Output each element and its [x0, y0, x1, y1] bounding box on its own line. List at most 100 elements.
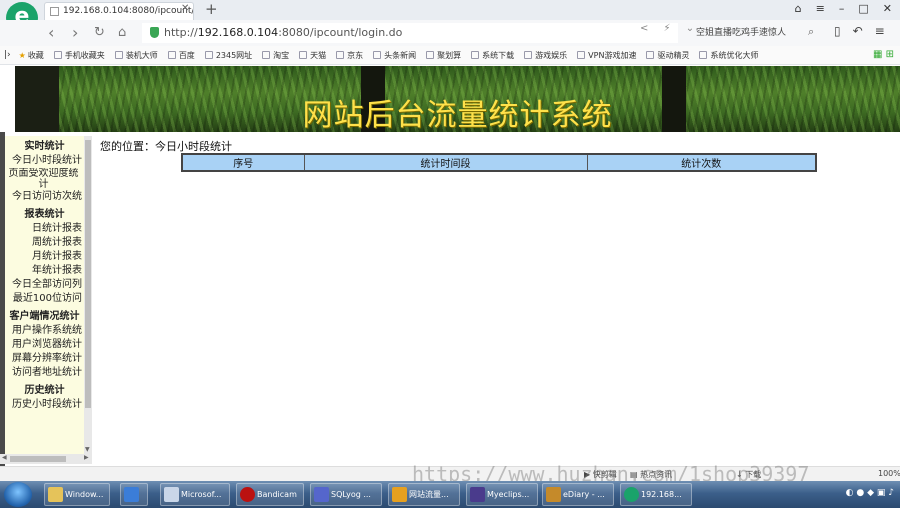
- hamburger-menu-icon[interactable]: ≡: [875, 24, 885, 38]
- sidebar-item-today-visits[interactable]: 今日访问访次统: [5, 190, 84, 204]
- stats-table: 序号 统计时间段 统计次数: [181, 153, 817, 172]
- column-header-time-range: 统计时间段: [303, 153, 588, 172]
- taskbar-item[interactable]: Window...: [44, 483, 110, 506]
- sidebar-vertical-scrollbar[interactable]: ▼: [84, 136, 92, 454]
- shirt-skin-icon[interactable]: ⌂: [795, 2, 802, 15]
- bookmark-icon: [299, 51, 308, 59]
- bookmark-item[interactable]: 2345网址: [204, 50, 252, 61]
- minimize-icon[interactable]: –: [839, 2, 845, 15]
- search-input[interactable]: 空姐直播吃鸡手速惊人: [690, 23, 818, 43]
- taskbar-item[interactable]: Microsof...: [160, 483, 230, 506]
- scrollbar-thumb[interactable]: [10, 456, 66, 462]
- sidebar-item-os[interactable]: 用户操作系统统: [5, 324, 84, 338]
- browser-tabstrip: 192.168.0.104:8080/ipcount/ ✕ + ⌂ ≡ – □ …: [0, 0, 900, 20]
- start-button[interactable]: [4, 482, 32, 507]
- sidebar-item-address[interactable]: 访问者地址统计: [5, 366, 84, 380]
- taskbar-item[interactable]: SQLyog ...: [310, 483, 382, 506]
- taskbar-item[interactable]: Bandicam: [236, 483, 304, 506]
- taskbar-item[interactable]: Myeclips...: [466, 483, 538, 506]
- bookmark-item[interactable]: 聚划算: [426, 50, 461, 61]
- sidebar-item-resolution[interactable]: 屏幕分辨率统计: [5, 352, 84, 366]
- taskbar-item[interactable]: 网站流量...: [388, 483, 460, 506]
- bookmark-icon: [426, 51, 435, 59]
- close-window-icon[interactable]: ✕: [883, 2, 892, 15]
- table-header-row: 序号 统计时间段 统计次数: [181, 153, 817, 172]
- scroll-left-icon[interactable]: ◀: [2, 454, 7, 461]
- bookmark-icon: [167, 51, 176, 59]
- sidebar-toggle-icon[interactable]: |›: [4, 50, 11, 60]
- sidebar-item-history-hourly[interactable]: 历史小时段统计: [5, 398, 84, 412]
- breadcrumb: 您的位置：今日小时段统计: [100, 140, 232, 153]
- zoom-level[interactable]: 100%: [878, 469, 900, 478]
- bookmark-icon: [114, 51, 123, 59]
- sidebar-item-monthly-report[interactable]: 月统计报表: [5, 250, 84, 264]
- star-icon: ★: [18, 50, 26, 60]
- sidebar-nav: 实时统计 今日小时段统计 页面受欢迎度统计 今日访问访次统 报表统计 日统计报表…: [5, 136, 84, 454]
- sidebar-item-yearly-report[interactable]: 年统计报表: [5, 264, 84, 278]
- back-icon[interactable]: ‹: [48, 23, 54, 42]
- browser-tab[interactable]: 192.168.0.104:8080/ipcount/: [44, 2, 194, 20]
- scrollbar-thumb[interactable]: [85, 140, 91, 408]
- shield-icon: [150, 27, 159, 38]
- tab-title: 192.168.0.104:8080/ipcount/: [63, 6, 194, 16]
- bookmark-item[interactable]: 驱动精灵: [646, 50, 689, 61]
- taskbar-item[interactable]: [120, 483, 148, 506]
- bookmark-item[interactable]: 头条新闻: [373, 50, 416, 61]
- ide-icon: [470, 487, 485, 502]
- sidebar-section-title: 历史统计: [24, 385, 65, 396]
- bookmark-icon: [336, 51, 345, 59]
- bookmark-icon: [524, 51, 533, 59]
- bookmark-item[interactable]: 京东: [336, 50, 363, 61]
- bookmark-icon[interactable]: ▯: [834, 24, 841, 38]
- header-banner: 网站后台流量统计系统: [15, 66, 900, 132]
- bookmark-item[interactable]: 系统下载: [471, 50, 514, 61]
- web-page: 网站后台流量统计系统 实时统计 今日小时段统计 页面受欢迎度统计 今日访问访次统…: [0, 66, 900, 466]
- taskbar-item[interactable]: 192.168...: [620, 483, 692, 506]
- app-icon: [124, 487, 139, 502]
- url-path: :8080/ipcount/login.do: [278, 26, 403, 39]
- url-prefix: http://: [164, 26, 198, 39]
- page-favicon-icon: [50, 7, 59, 16]
- windows-taskbar: Window... Microsof... Bandicam SQLyog ..…: [0, 481, 900, 508]
- close-tab-icon[interactable]: ✕: [181, 3, 189, 14]
- bookmark-item[interactable]: VPN游戏加速: [577, 50, 636, 61]
- extension-icon[interactable]: ▦ ⊞: [873, 49, 894, 60]
- window-controls: ⌂ ≡ – □ ✕: [795, 2, 892, 15]
- bookmark-item[interactable]: 淘宝: [262, 50, 289, 61]
- bookmark-item[interactable]: ★ 收藏: [19, 50, 44, 61]
- bookmark-icon: [471, 51, 480, 59]
- new-tab-icon[interactable]: +: [205, 0, 218, 18]
- bookmark-item[interactable]: 游戏娱乐: [524, 50, 567, 61]
- record-icon: [240, 487, 255, 502]
- folder-icon: [48, 487, 63, 502]
- refresh-icon[interactable]: ↻: [94, 25, 105, 40]
- sidebar-horizontal-scrollbar[interactable]: ◀ ▶: [0, 454, 92, 464]
- sidebar-item-hourly[interactable]: 今日小时段统计: [5, 154, 84, 168]
- search-icon[interactable]: ⌕: [808, 25, 814, 39]
- sidebar-item-daily-report[interactable]: 日统计报表: [5, 222, 84, 236]
- address-bar[interactable]: http://192.168.0.104:8080/ipcount/login.…: [142, 23, 678, 43]
- bookmark-item[interactable]: 系统优化大师: [699, 50, 758, 61]
- forward-icon[interactable]: ›: [72, 23, 78, 42]
- bookmark-item[interactable]: 手机收藏夹: [53, 50, 105, 61]
- home-icon[interactable]: ⌂: [118, 25, 126, 40]
- taskbar-item[interactable]: eDiary - ...: [542, 483, 614, 506]
- column-header-index: 序号: [181, 153, 305, 172]
- sidebar-item-all-visits[interactable]: 今日全部访问列: [5, 278, 84, 292]
- bookmark-icon: [53, 51, 62, 59]
- url-host: 192.168.0.104: [197, 26, 279, 39]
- sidebar-item-page-popularity[interactable]: 页面受欢迎度统计: [5, 168, 84, 190]
- scroll-down-icon[interactable]: ▼: [85, 446, 90, 453]
- scroll-right-icon[interactable]: ▶: [84, 454, 89, 461]
- sidebar-item-recent-100[interactable]: 最近100位访问: [5, 292, 84, 306]
- tray-icons[interactable]: ◐ ● ◆ ▣ ♪: [846, 488, 894, 498]
- app-icon: [164, 487, 179, 502]
- sidebar-item-browser[interactable]: 用户浏览器统计: [5, 338, 84, 352]
- bookmark-item[interactable]: 百度: [167, 50, 195, 61]
- menu-icon[interactable]: ≡: [816, 2, 825, 15]
- sidebar-item-weekly-report[interactable]: 周统计报表: [5, 236, 84, 250]
- bookmark-item[interactable]: 天猫: [299, 50, 326, 61]
- bookmark-item[interactable]: 装机大师: [114, 50, 158, 61]
- undo-icon[interactable]: ↶: [853, 24, 863, 38]
- maximize-icon[interactable]: □: [858, 2, 868, 15]
